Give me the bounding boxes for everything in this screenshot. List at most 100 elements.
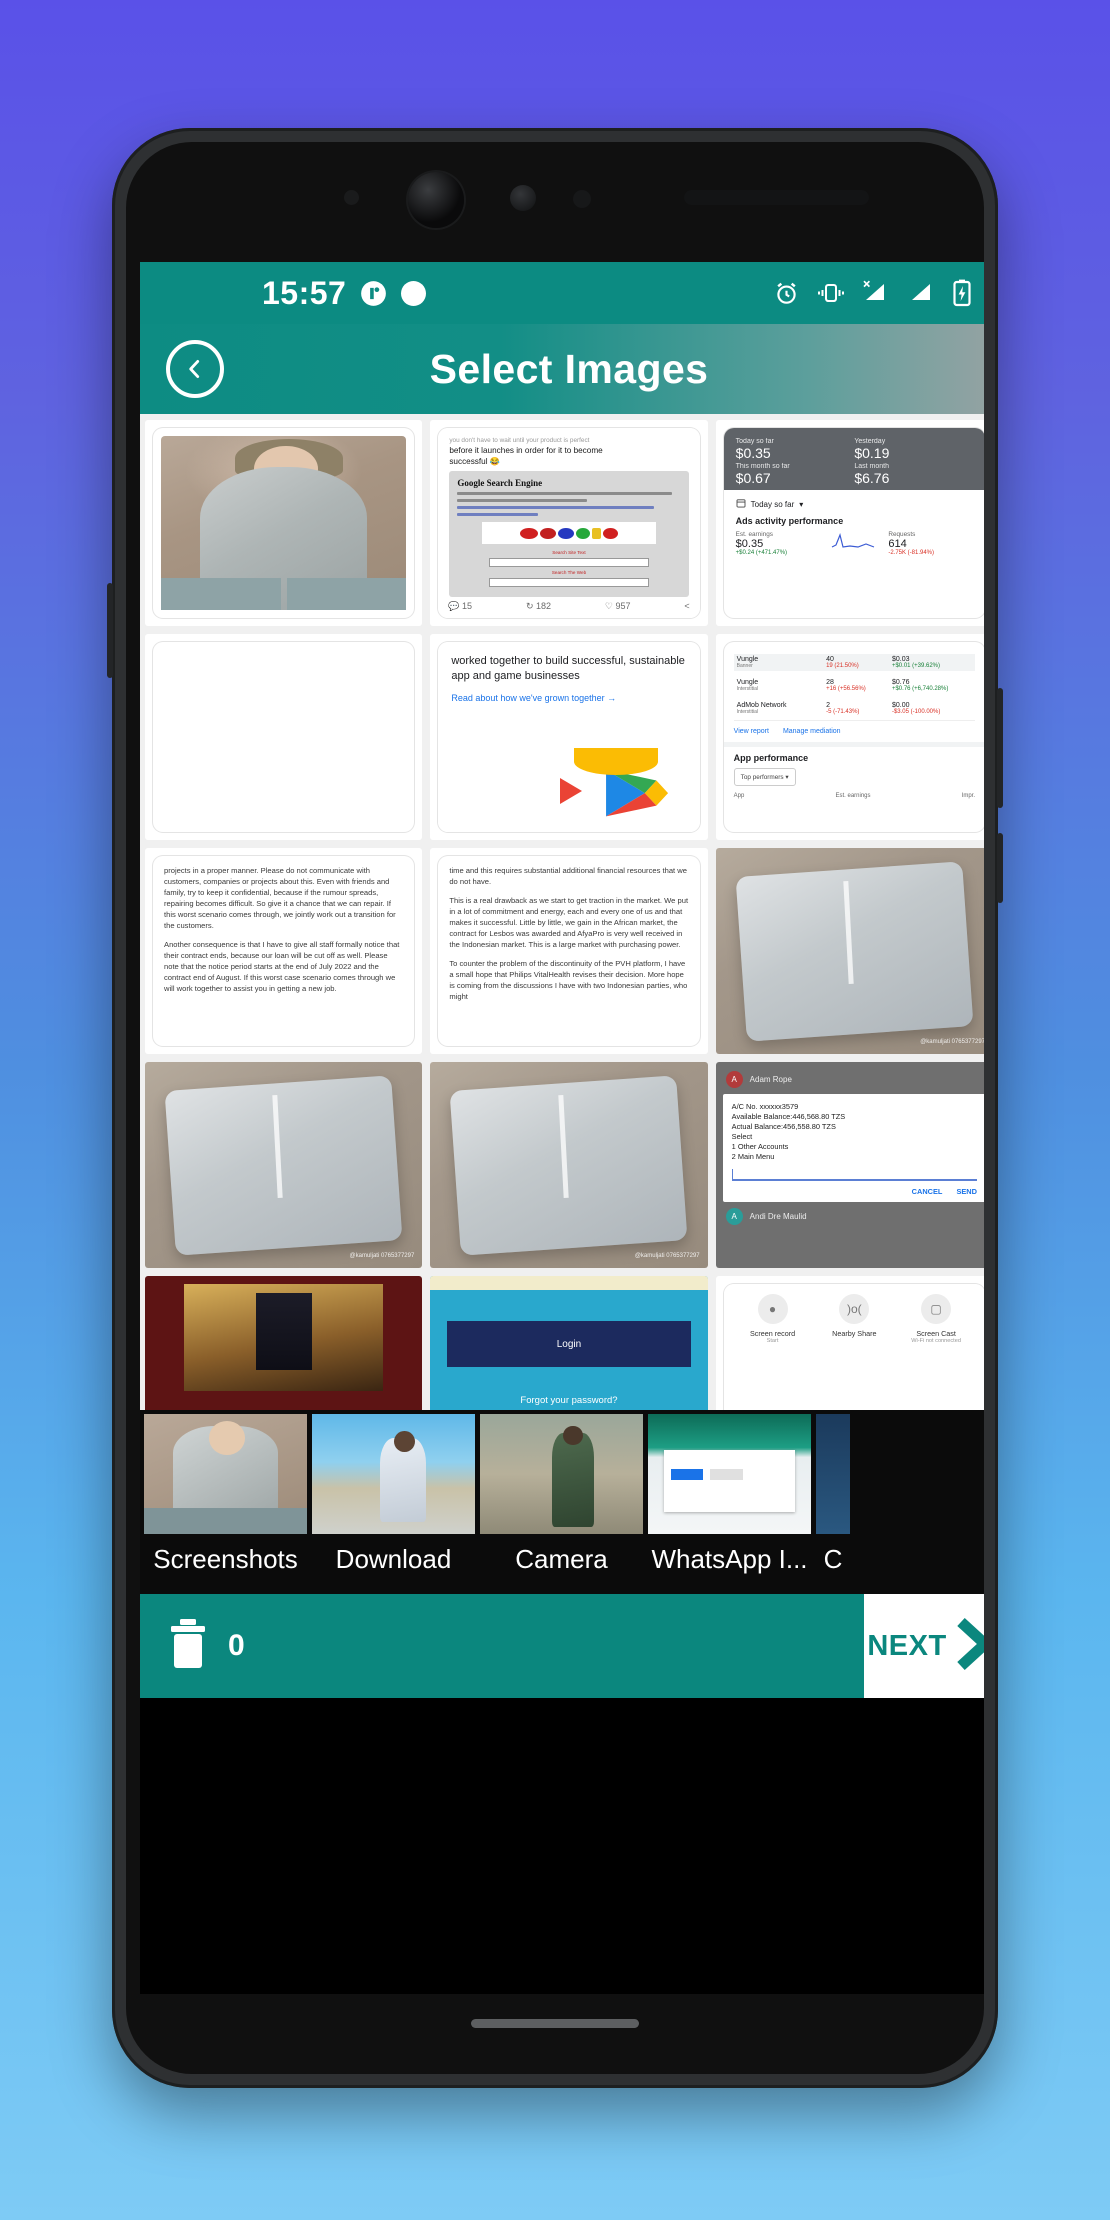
- thumbnail-document-2: time and this requires substantial addit…: [438, 856, 700, 1046]
- admob-label-3: Last month: [854, 463, 889, 470]
- gallery-item[interactable]: How Bad Could It Be Burna Boy ♥: [145, 1276, 423, 1410]
- status-bar-right: [773, 279, 972, 307]
- mediation-c-0: $0.03: [891, 656, 910, 663]
- gallery-item[interactable]: you don't have to wait until your produc…: [430, 420, 708, 626]
- folder-item-screenshots[interactable]: Screenshots: [144, 1414, 307, 1575]
- folder-item-next[interactable]: C: [816, 1414, 850, 1575]
- gallery-item[interactable]: @kamuljati 0765377297: [715, 848, 984, 1054]
- send-button[interactable]: SEND: [956, 1187, 977, 1196]
- next-button[interactable]: NEXT: [864, 1594, 984, 1698]
- phone-body: 15:57 Select Images you don't have to wa…: [126, 142, 984, 2074]
- admob-date-chip: Today so far: [750, 499, 795, 509]
- qs-sub-0: Start: [766, 1338, 779, 1344]
- app-performance-title: App performance: [733, 753, 809, 763]
- nearby-share-icon: )o(: [839, 1294, 870, 1324]
- status-bar-clock: 15:57: [262, 274, 347, 311]
- gallery-item[interactable]: @kamuljati 0765377297: [430, 1062, 708, 1268]
- cancel-button[interactable]: CANCEL: [912, 1187, 943, 1196]
- mediation-col-0: App: [733, 793, 745, 799]
- admob-summary: Today so far $0.35 Yesterday $0.19 This …: [723, 428, 984, 490]
- folder-item-download[interactable]: Download: [312, 1414, 475, 1575]
- photo-watermark: @kamuljati 0765377297: [920, 1039, 984, 1046]
- light-sensor-icon: [573, 190, 591, 208]
- document-text: time and this requires substantial addit…: [438, 856, 699, 1019]
- mediation-row: AdMob Network Interstitial 2 -5 (-71.43%…: [733, 700, 975, 721]
- gallery-item[interactable]: ● Screen record Start )o( Nearby Share ▢…: [715, 1276, 984, 1410]
- tweet-line-0: you don't have to wait until your produc…: [449, 437, 590, 444]
- manage-mediation-link[interactable]: Manage mediation: [783, 728, 841, 735]
- admob-label-1: Yesterday: [854, 438, 886, 445]
- folder-item-whatsapp-images[interactable]: WhatsApp I...: [648, 1414, 811, 1575]
- folder-label: C: [823, 1544, 843, 1574]
- admob-metric1-delta: +$0.24 (+471.47%): [735, 550, 788, 556]
- folder-thumbnail: [648, 1414, 811, 1534]
- phone-screen: 15:57 Select Images you don't have to wa…: [140, 262, 984, 1994]
- view-report-link[interactable]: View report: [734, 728, 769, 735]
- admob-value-0: $0.35: [735, 445, 771, 461]
- navigation-pill[interactable]: [471, 2019, 639, 2028]
- folder-strip[interactable]: Screenshots Download Camera WhatsApp I..…: [140, 1410, 984, 1594]
- gallery-item[interactable]: A Adam Rope A/C No. xxxxxx3579 Available…: [715, 1062, 984, 1268]
- volume-down-button[interactable]: [997, 833, 1003, 903]
- forgot-password-preview: Forgot your password?: [520, 1395, 618, 1407]
- gallery-item[interactable]: time and this requires substantial addit…: [430, 848, 708, 1054]
- thumbnail-admob-earnings: Today so far $0.35 Yesterday $0.19 This …: [723, 428, 984, 618]
- screen-record-icon: ●: [757, 1294, 788, 1324]
- twitter-post-art: you don't have to wait until your produc…: [438, 428, 700, 618]
- trash-icon[interactable]: [166, 1618, 210, 1675]
- ussd-dialog: A/C No. xxxxxx3579 Available Balance:446…: [722, 1094, 984, 1203]
- mediation-d-2: -$3.05 (-100.00%): [891, 709, 941, 715]
- quick-settings-art: ● Screen record Start )o( Nearby Share ▢…: [723, 1284, 984, 1410]
- yellow-swoosh-art: [574, 748, 658, 775]
- gallery-item[interactable]: [145, 634, 423, 840]
- admob-metric2-delta: -2.75K (-81.94%): [888, 550, 935, 556]
- thumbnail-twitter-post: you don't have to wait until your produc…: [438, 428, 700, 618]
- gallery-item[interactable]: Login Forgot your password?: [430, 1276, 708, 1410]
- folder-item-camera[interactable]: Camera: [480, 1414, 643, 1575]
- tweet-card-heading: Google Search Engine: [457, 478, 543, 489]
- youtube-triangle-icon: [559, 778, 582, 804]
- tweet-actions: 💬 15 ↻ 182 ♡ 957 <: [448, 601, 689, 612]
- folder-thumbnail: [480, 1414, 643, 1534]
- mediation-type-2: Interstitial: [736, 709, 759, 715]
- mediation-col-1: Est. earnings: [835, 793, 871, 799]
- admob-metric1-label: Est. earnings: [735, 531, 773, 538]
- top-performers-dropdown[interactable]: Top performers ▾: [733, 768, 796, 786]
- status-bar-left: 15:57: [140, 274, 427, 312]
- gallery-item[interactable]: [145, 420, 423, 626]
- admob-metric2-label: Requests: [888, 531, 916, 538]
- delete-zone[interactable]: 0: [140, 1594, 864, 1698]
- gallery-item[interactable]: worked together to build successful, sus…: [430, 634, 708, 840]
- volume-up-button[interactable]: [997, 688, 1003, 808]
- thumbnail-login-screen: Login Forgot your password?: [430, 1276, 708, 1410]
- ussd-input[interactable]: [731, 1168, 977, 1182]
- thumbnail-quick-settings: ● Screen record Start )o( Nearby Share ▢…: [723, 1284, 984, 1410]
- gallery-item[interactable]: Vungle Banner 40 19 (21.50%) $0.03 +$0.0…: [715, 634, 984, 840]
- thumbnail-ussd-dialog: A Adam Rope A/C No. xxxxxx3579 Available…: [715, 1062, 984, 1268]
- gallery-item[interactable]: Today so far $0.35 Yesterday $0.19 This …: [715, 420, 984, 626]
- mediation-b-2: -5 (-71.43%): [826, 709, 860, 715]
- alarm-icon: [773, 280, 800, 307]
- thumbnail-music-player: How Bad Could It Be Burna Boy ♥: [145, 1276, 423, 1410]
- qs-label-0: Screen record: [749, 1329, 796, 1338]
- chevron-right-icon: [953, 1617, 984, 1676]
- mediation-type-0: Banner: [736, 663, 753, 669]
- power-button[interactable]: [107, 583, 113, 678]
- gallery-item[interactable]: projects in a proper manner. Please do n…: [145, 848, 423, 1054]
- ussd-line-4: 1 Other Accounts: [731, 1142, 789, 1152]
- image-grid-container[interactable]: you don't have to wait until your produc…: [140, 414, 984, 1410]
- mediation-d-0: +$0.01 (+39.62%): [891, 663, 941, 669]
- qs-tile: ▢ Screen Cast Wi-Fi not connected: [896, 1294, 977, 1344]
- qs-label-1: Nearby Share: [832, 1329, 877, 1338]
- circle-notification-icon: [401, 280, 427, 306]
- contact-row-bottom: A Andi Dre Maulid: [722, 1205, 984, 1228]
- mediation-name-2: AdMob Network: [736, 702, 787, 709]
- app-bar: Select Images: [140, 324, 984, 414]
- qs-tile: ● Screen record Start: [732, 1294, 813, 1344]
- folder-label: Download: [335, 1544, 452, 1574]
- gallery-item[interactable]: @kamuljati 0765377297: [145, 1062, 423, 1268]
- mediation-b-1: +16 (+56.56%): [826, 686, 866, 692]
- image-grid: you don't have to wait until your produc…: [145, 420, 984, 1410]
- thumbnail-google-play: worked together to build successful, sus…: [438, 642, 700, 832]
- status-bar: 15:57: [140, 262, 984, 324]
